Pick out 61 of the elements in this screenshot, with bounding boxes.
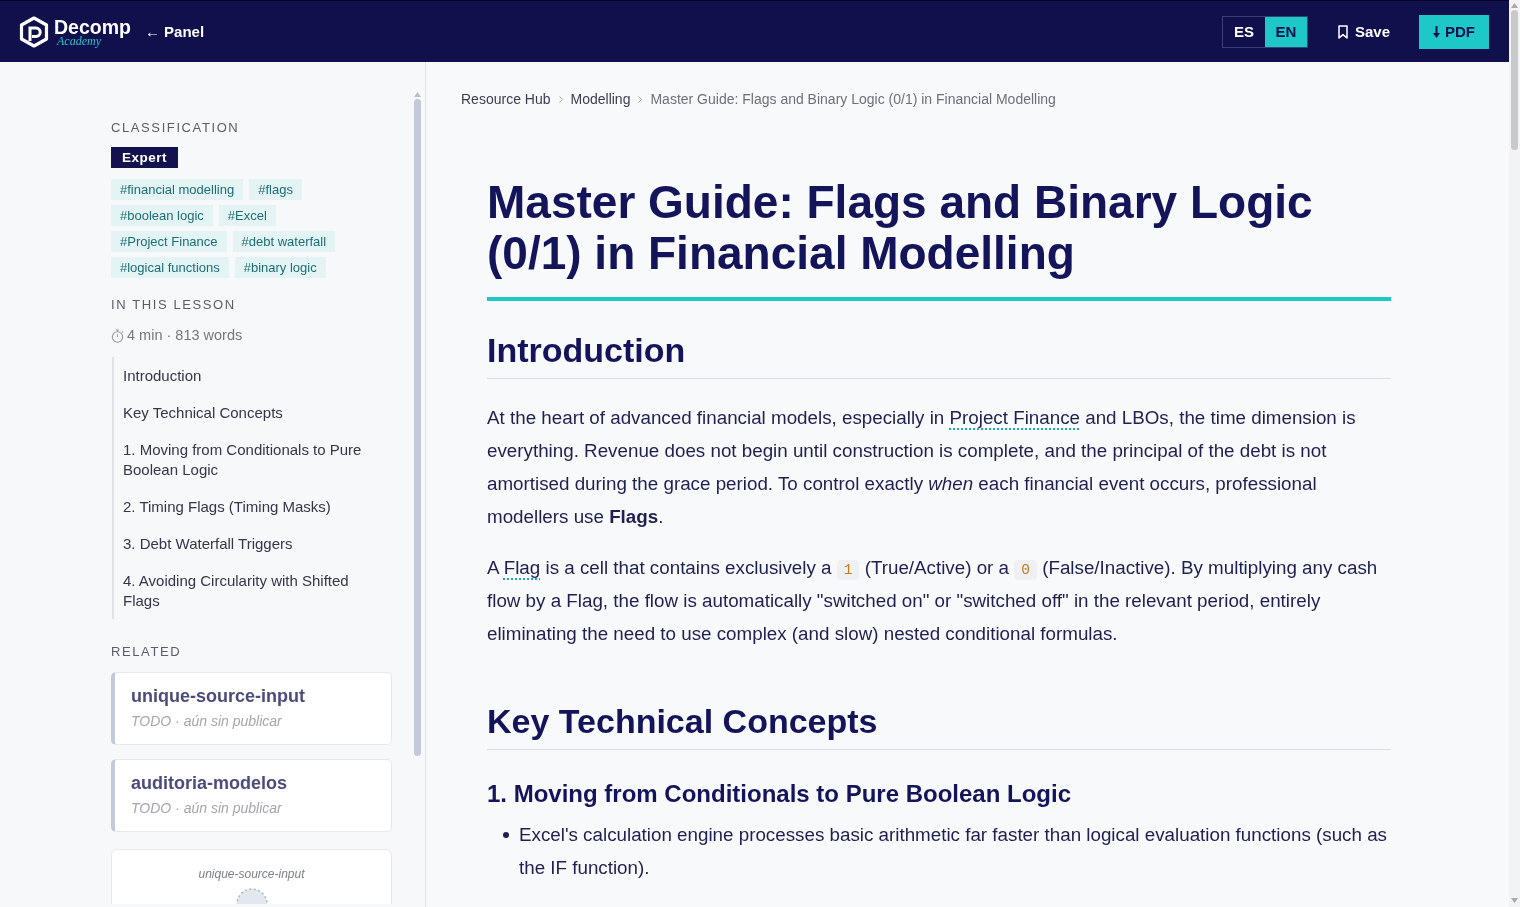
toc-link[interactable]: 4. Avoiding Circularity with Shifted Flags xyxy=(123,562,378,619)
save-button[interactable]: Save xyxy=(1337,23,1390,40)
breadcrumb-current: Master Guide: Flags and Binary Logic (0/1) in Financial Modelling xyxy=(650,90,1056,108)
section-label: IN THIS LESSON xyxy=(111,297,236,313)
toc-link[interactable]: 3. Debt Waterfall Triggers xyxy=(123,525,378,562)
card-title: auditoria-modelos xyxy=(131,772,288,794)
section-heading: Key Technical Concepts xyxy=(487,703,1391,750)
paragraph: At the heart of advanced financial models, especially in Project Finance and LBOs, the time dimension is everything. Revenue does not begin until construction is complete, and the principal of the debt is not amortised during the grace period. To control exactly when each financial event occurs, professional modellers use Flags. xyxy=(487,406,1357,529)
scrollbar-thumb[interactable] xyxy=(414,99,421,756)
preview-caption: unique-source-input xyxy=(198,866,305,882)
bookmark-icon xyxy=(1337,24,1348,39)
topic-tag[interactable]: #Excel xyxy=(218,205,276,226)
toc-link[interactable]: Key Technical Concepts xyxy=(123,394,378,431)
logo-icon[interactable] xyxy=(19,15,49,48)
inline-link[interactable]: Project Finance xyxy=(949,407,1080,428)
inline-link[interactable]: Flag xyxy=(503,557,541,578)
breadcrumb-link[interactable]: Resource Hub xyxy=(461,90,551,108)
pdf-button[interactable]: PDF xyxy=(1419,14,1489,49)
scroll-up-triangle-icon[interactable] xyxy=(414,92,421,97)
download-arrow-icon xyxy=(1433,25,1440,38)
related-card[interactable]: auditoria-modelos TODO · aún sin publicar xyxy=(111,759,392,832)
toc-link[interactable]: 2. Timing Flags (Timing Masks) xyxy=(123,488,378,525)
bullet-icon xyxy=(503,832,509,838)
breadcrumb-link[interactable]: Modelling xyxy=(570,90,631,108)
article-title: Master Guide: Flags and Binary Logic (0/1) in Financial Modelling xyxy=(487,177,1391,301)
paragraph: A Flag is a cell that contains exclusively a 1 (True/Active) or a 0 (False/Inactive). By multiplying any cash flow by a Flag, the flow is automatically "switched on" or "switched off" in the relevant period, entirely eliminating the need to use complex (and slow) nested conditional formulas. xyxy=(487,556,1379,646)
topic-tag[interactable]: #flags xyxy=(249,179,302,200)
scroll-down-triangle-icon[interactable] xyxy=(1511,898,1518,903)
inline-code: 0 xyxy=(1014,560,1037,580)
reading-time: 4 min · 813 words xyxy=(127,327,243,344)
topic-tag[interactable]: #financial modelling xyxy=(111,179,244,200)
toc-link[interactable]: 1. Moving from Conditionals to Pure Boolean Logic xyxy=(123,431,378,488)
subsection-heading: 1. Moving from Conditionals to Pure Boolean Logic xyxy=(487,779,1072,809)
preview-card[interactable]: unique-source-input xyxy=(111,849,392,904)
language-button[interactable]: ES xyxy=(1222,16,1265,47)
topic-tag[interactable]: #Project Finance xyxy=(111,231,227,252)
related-card[interactable]: unique-source-input TODO · aún sin publicar xyxy=(111,672,392,745)
back-link[interactable]: ← Panel xyxy=(144,23,205,40)
section-heading: Introduction xyxy=(487,332,1391,379)
chevron-right-icon xyxy=(638,95,643,103)
chevron-right-icon xyxy=(558,95,563,103)
toc-link[interactable]: Introduction xyxy=(123,357,378,394)
scroll-up-triangle-icon[interactable] xyxy=(1511,3,1518,8)
brand-tagline: Academy xyxy=(57,34,101,47)
topic-tag[interactable]: #logical functions xyxy=(111,257,229,278)
section-label: CLASSIFICATION xyxy=(111,120,240,136)
language-button[interactable]: EN xyxy=(1264,16,1307,47)
card-subtitle: TODO · aún sin publicar xyxy=(131,712,283,731)
topic-tag[interactable]: #boolean logic xyxy=(111,205,213,226)
inline-code: 1 xyxy=(836,560,860,580)
loading-spinner-icon xyxy=(235,887,268,904)
card-subtitle: TODO · aún sin publicar xyxy=(131,799,283,818)
section-label: RELATED xyxy=(111,644,182,660)
bullet-text: Excel's calculation engine processes basic arithmetic far faster than logical evaluation functions (such as the IF function). xyxy=(519,823,1388,880)
card-title: unique-source-input xyxy=(131,685,306,707)
brand-name: Decomp xyxy=(54,16,131,37)
topic-tag[interactable]: #binary logic xyxy=(234,257,326,278)
level-badge: Expert xyxy=(111,147,179,168)
scrollbar-thumb[interactable] xyxy=(1511,10,1518,150)
stopwatch-icon xyxy=(111,328,124,343)
topic-tag[interactable]: #debt waterfall xyxy=(232,231,336,252)
